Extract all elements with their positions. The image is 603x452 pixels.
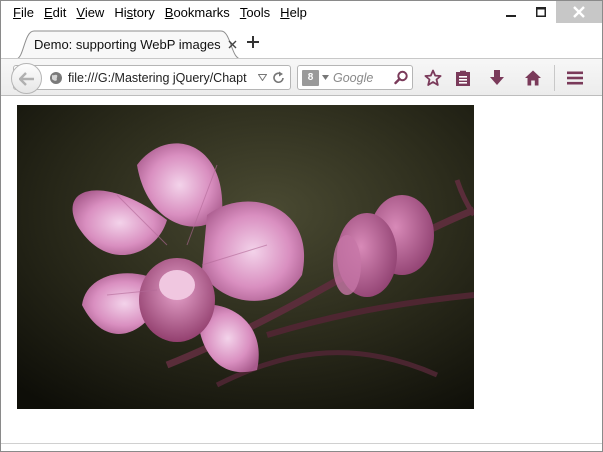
url-dropdown-icon[interactable]: [258, 74, 267, 81]
close-window-button[interactable]: [556, 1, 602, 23]
maximize-icon: [536, 7, 546, 17]
downloads-button[interactable]: [487, 68, 507, 88]
url-text[interactable]: file:///G:/Mastering jQuery/Chapt: [68, 71, 256, 85]
close-icon: [573, 6, 585, 18]
search-icon[interactable]: [394, 70, 409, 85]
plus-icon: [247, 36, 259, 48]
home-icon: [525, 70, 541, 86]
menu-list: File Edit View History Bookmarks Tools H…: [9, 5, 312, 21]
close-icon: [228, 40, 236, 48]
back-button[interactable]: [11, 63, 42, 94]
minimize-icon: [506, 15, 516, 17]
window-controls: [496, 1, 602, 23]
menu-history[interactable]: History: [109, 5, 159, 21]
menu-icon: [567, 71, 583, 85]
bookmark-star-button[interactable]: [423, 68, 443, 88]
reload-icon[interactable]: [272, 71, 285, 85]
menu-tools[interactable]: Tools: [235, 5, 275, 21]
maximize-button[interactable]: [526, 1, 556, 23]
menu-view[interactable]: View: [71, 5, 109, 21]
globe-icon: [50, 72, 62, 84]
search-engine-dropdown-icon[interactable]: [322, 75, 329, 80]
orchid-image: [17, 105, 474, 409]
minimize-button[interactable]: [496, 1, 526, 23]
tab-title: Demo: supporting WebP images: [34, 37, 221, 52]
search-input[interactable]: Google: [333, 71, 373, 85]
star-icon: [424, 69, 442, 86]
open-menu-button[interactable]: [565, 68, 585, 88]
reading-list-button[interactable]: [453, 68, 473, 88]
orchid-photo-graphic: [17, 105, 474, 409]
search-bar[interactable]: 8 Google: [297, 65, 413, 90]
navigation-toolbar: file:///G:/Mastering jQuery/Chapt 8 Goog…: [1, 58, 602, 96]
menu-edit[interactable]: Edit: [39, 5, 71, 21]
back-arrow-icon: [18, 71, 34, 86]
menu-file[interactable]: File: [9, 5, 39, 21]
bottom-edge: [1, 443, 602, 444]
tab-close-button[interactable]: [224, 36, 240, 52]
menu-bar: File Edit View History Bookmarks Tools H…: [1, 1, 602, 25]
google-logo-icon[interactable]: 8: [302, 70, 319, 86]
download-icon: [490, 70, 504, 85]
toolbar-separator: [554, 65, 555, 91]
tab-active[interactable]: Demo: supporting WebP images: [16, 29, 241, 59]
url-bar[interactable]: file:///G:/Mastering jQuery/Chapt: [11, 63, 291, 94]
tab-strip: Demo: supporting WebP images: [1, 25, 602, 59]
browser-window: File Edit View History Bookmarks Tools H…: [0, 0, 603, 452]
reading-list-icon: [456, 70, 470, 86]
menu-bookmarks[interactable]: Bookmarks: [160, 5, 235, 21]
new-tab-button[interactable]: [244, 33, 262, 51]
menu-help[interactable]: Help: [275, 5, 312, 21]
home-button[interactable]: [523, 68, 543, 88]
page-content: [1, 96, 602, 443]
